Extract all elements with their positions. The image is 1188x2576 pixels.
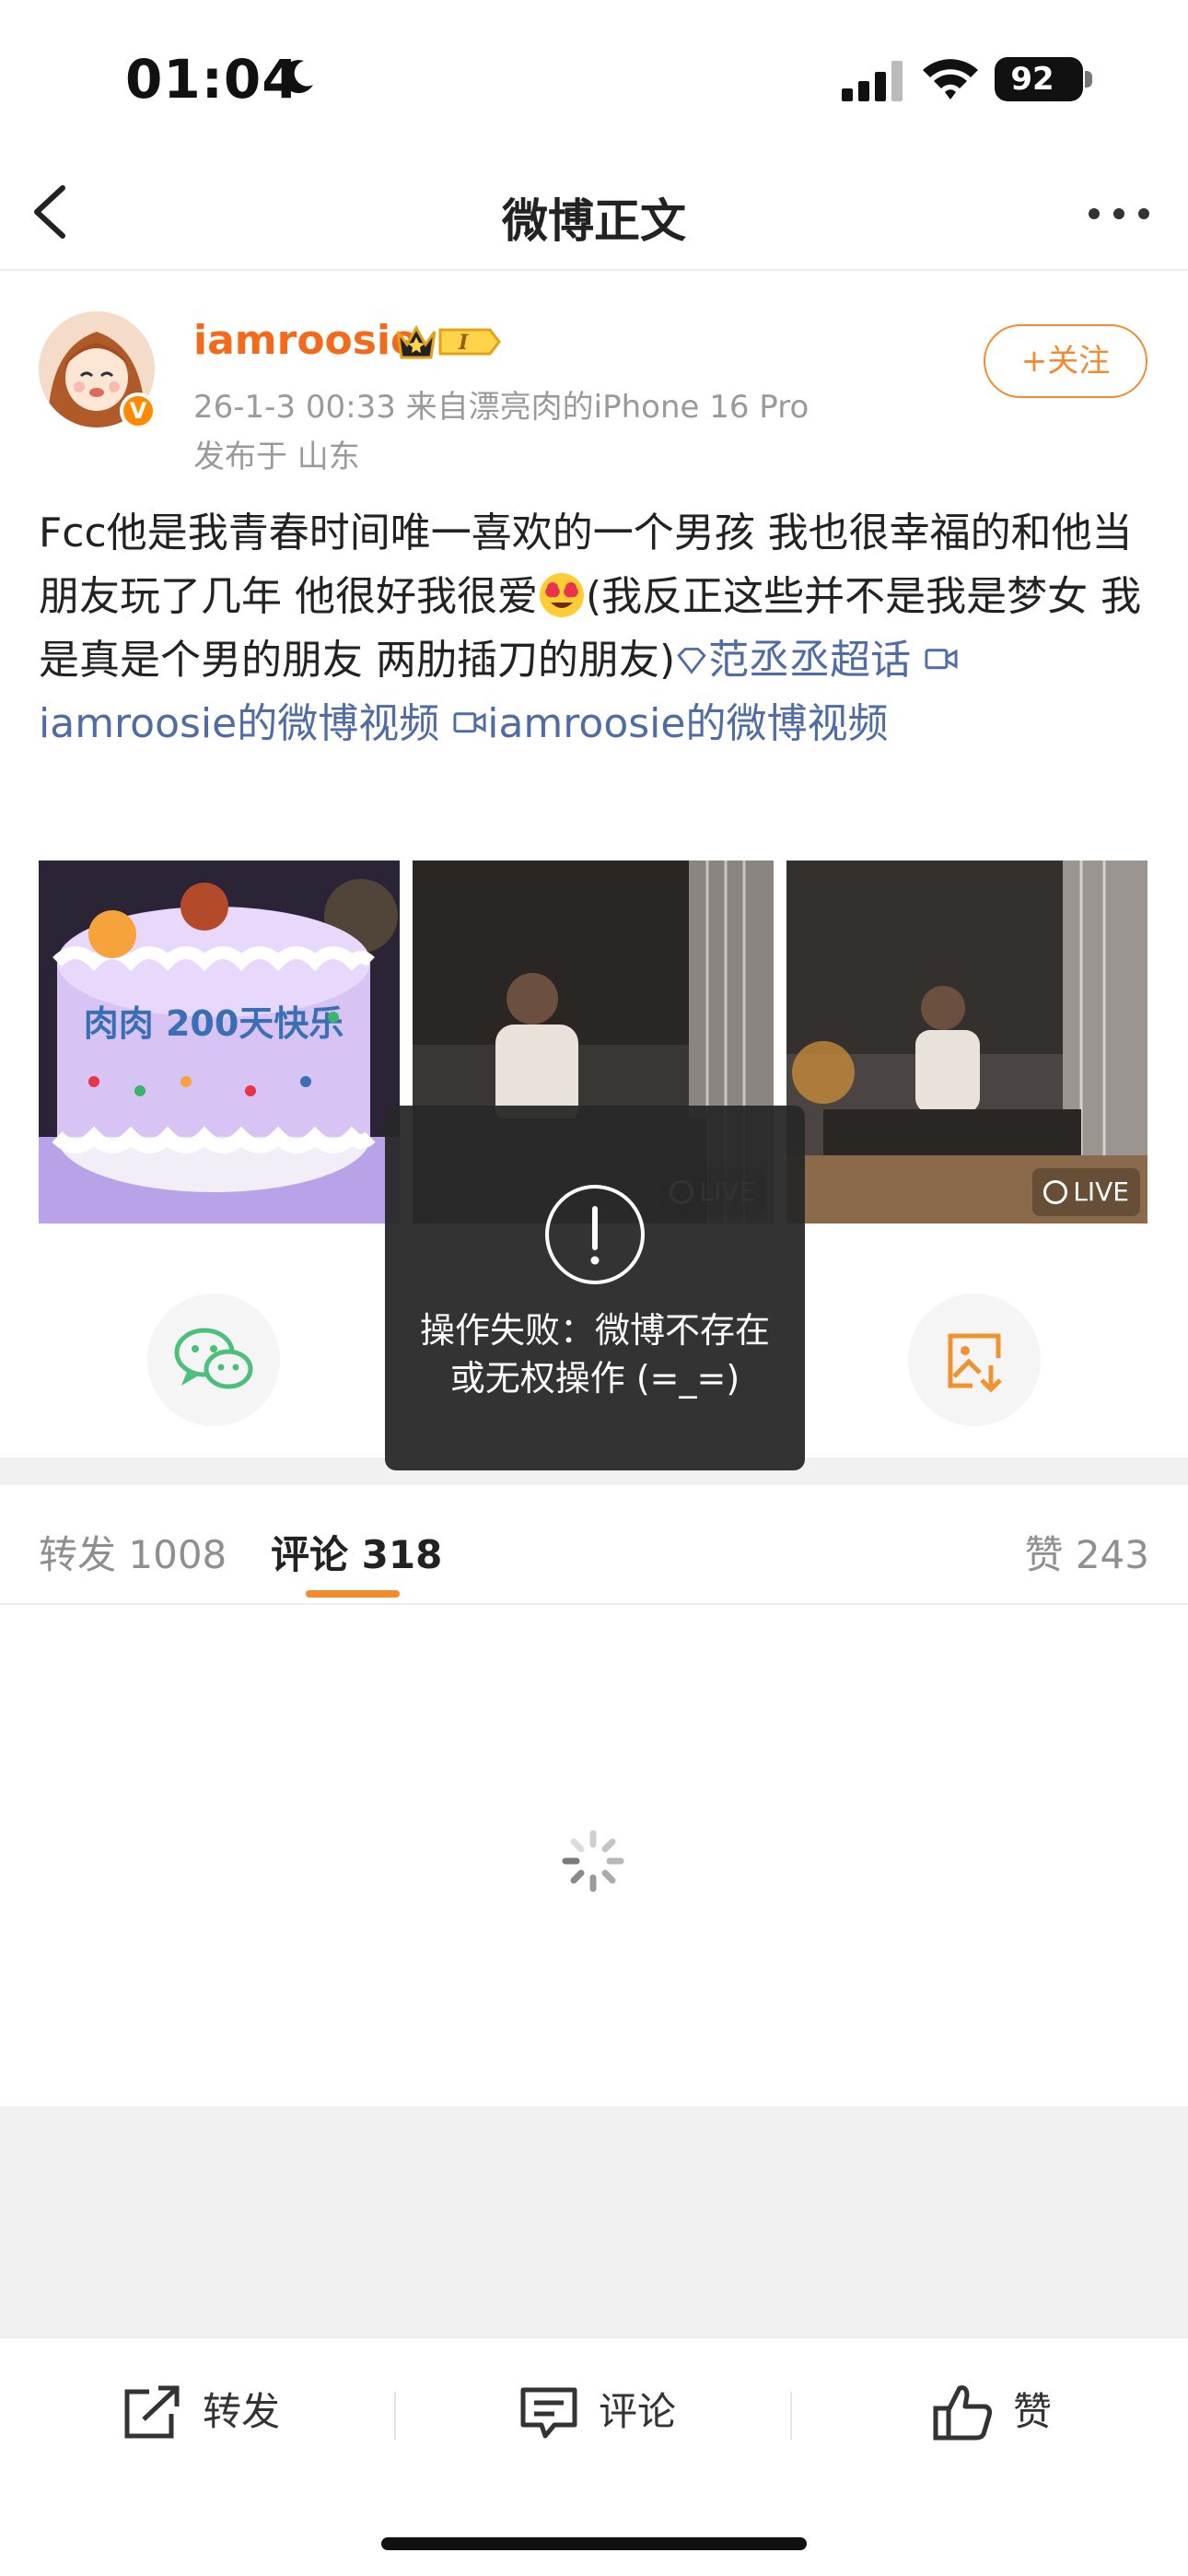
tab-repost-count: 1008 <box>128 1532 227 1577</box>
battery-level: 92 <box>1010 61 1054 98</box>
active-tab-indicator <box>306 1590 400 1598</box>
follow-button[interactable]: +关注 <box>984 324 1147 398</box>
live-badge: LIVE <box>1032 1168 1140 1216</box>
like-label: 赞 <box>1013 2389 1053 2434</box>
repost-label: 转发 <box>203 2389 281 2434</box>
empty-area <box>0 2106 1188 2336</box>
save-image-icon <box>948 1333 1002 1393</box>
topic-diamond-icon <box>677 648 706 674</box>
post-meta: 26-1-3 00:33 来自漂亮肉的iPhone 16 Pro <box>193 389 809 426</box>
video-link-icon <box>453 712 486 733</box>
battery-indicator: 92 <box>995 57 1083 101</box>
wechat-icon <box>174 1328 253 1389</box>
repost-button[interactable]: 转发 <box>122 2383 306 2441</box>
live-label: LIVE <box>1073 1177 1129 1207</box>
tab-repost-label: 转发 <box>39 1532 117 1577</box>
toolbar-divider <box>394 2392 396 2440</box>
tab-like-count: 243 <box>1075 1532 1149 1577</box>
moon-icon <box>282 60 313 94</box>
nav-bar: 微博正文 <box>0 157 1188 271</box>
tab-repost[interactable]: 转发 1008 <box>39 1524 227 1580</box>
interaction-tabs: 转发 1008 评论 318 赞 243 <box>0 1485 1188 1605</box>
like-icon <box>933 2385 992 2441</box>
spinner-icon <box>562 1830 624 1892</box>
tab-comment-count: 318 <box>361 1532 443 1577</box>
post-text: Fcc他是我青春时间唯一喜欢的一个男孩 我也很幸福的和他当朋友玩了几年 他很好我… <box>39 501 1151 755</box>
tab-comment-label: 评论 <box>271 1532 349 1577</box>
level-badge-text: I <box>458 331 469 355</box>
tab-like-label: 赞 <box>1024 1532 1064 1577</box>
home-indicator <box>381 2537 807 2550</box>
page-title: 微博正文 <box>502 194 686 248</box>
video-link-2[interactable]: iamroosie的微博视频 <box>487 700 888 747</box>
wifi-icon <box>923 59 978 100</box>
toast-message: 操作失败：微博不存在或无权操作 (=_=) <box>419 1310 770 1399</box>
video-link-icon <box>925 649 958 670</box>
status-time: 01:04 <box>125 48 300 111</box>
tab-comment[interactable]: 评论 318 <box>271 1524 442 1580</box>
comment-icon <box>520 2387 577 2439</box>
video-link-1[interactable]: iamroosie的微博视频 <box>39 700 439 747</box>
save-image-button[interactable] <box>908 1294 1041 1426</box>
toolbar-divider <box>790 2392 792 2440</box>
battery-tip <box>1085 71 1092 88</box>
topic-link[interactable]: 范丞丞超话 <box>708 637 911 684</box>
like-button[interactable]: 赞 <box>932 2383 1079 2441</box>
status-bar: 01:04 92 <box>0 0 1188 157</box>
repost-icon <box>124 2385 180 2439</box>
bottom-toolbar: 转发 评论 赞 <box>0 2336 1188 2484</box>
cake-text: 肉肉 200天快乐 <box>84 1003 344 1044</box>
post-image-live-2[interactable]: LIVE <box>786 861 1147 1224</box>
signal-icon <box>842 61 903 101</box>
tab-like[interactable]: 赞 243 <box>1024 1524 1149 1580</box>
exclamation-icon <box>545 1185 645 1284</box>
post-image-cake[interactable]: 肉肉 200天快乐 <box>39 861 400 1224</box>
comment-label: 评论 <box>599 2389 677 2434</box>
live-icon <box>1043 1180 1068 1204</box>
more-icon[interactable] <box>1087 203 1151 225</box>
member-crown-icon[interactable]: I <box>394 321 503 363</box>
heart-eyes-emoji-icon <box>540 573 584 617</box>
post-location: 发布于 山东 <box>193 439 360 475</box>
error-toast: 操作失败：微博不存在或无权操作 (=_=) <box>385 1106 805 1470</box>
comment-button[interactable]: 评论 <box>518 2383 702 2441</box>
share-wechat-button[interactable] <box>147 1294 280 1426</box>
verified-badge-icon: V <box>120 392 157 429</box>
username[interactable]: iamroosie <box>193 317 418 364</box>
